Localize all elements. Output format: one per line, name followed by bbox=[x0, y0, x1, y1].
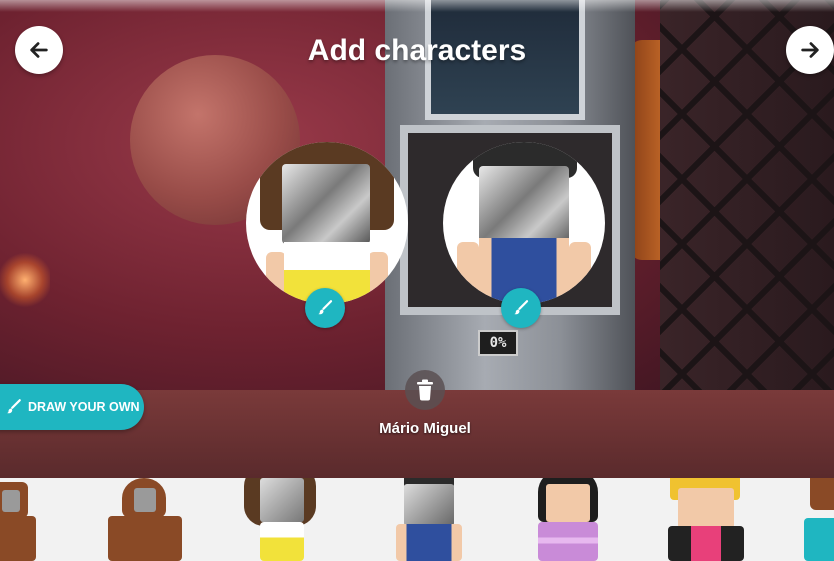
character-photo-face bbox=[260, 478, 304, 522]
character-tray[interactable] bbox=[0, 478, 834, 561]
tray-character-girl-purple[interactable] bbox=[522, 478, 618, 561]
brush-icon bbox=[7, 399, 21, 414]
edit-character-2-button[interactable] bbox=[501, 288, 541, 328]
character-name: Mário Miguel bbox=[379, 420, 471, 437]
character-arm bbox=[368, 252, 388, 302]
selected-character-2[interactable] bbox=[443, 142, 605, 304]
character-arm bbox=[569, 242, 591, 298]
draw-your-own-button[interactable]: DRAW YOUR OWN bbox=[0, 384, 144, 430]
tray-character-monkey-1[interactable] bbox=[0, 478, 56, 561]
character-arm bbox=[266, 252, 286, 302]
character-face bbox=[546, 484, 590, 522]
character-photo-face bbox=[404, 484, 454, 526]
character-body bbox=[260, 522, 304, 561]
tray-character-girl-yellow[interactable] bbox=[238, 478, 334, 561]
next-button[interactable] bbox=[786, 26, 834, 74]
selected-character-1[interactable] bbox=[246, 142, 408, 304]
delete-character-button[interactable] bbox=[405, 370, 445, 410]
fuel-counter: 0% bbox=[478, 330, 518, 356]
page-title: Add characters bbox=[307, 34, 527, 67]
trash-icon bbox=[417, 379, 433, 401]
character-body bbox=[396, 524, 462, 561]
character-face bbox=[678, 488, 734, 528]
character-arm bbox=[457, 242, 479, 298]
character-head bbox=[810, 478, 834, 510]
character-body bbox=[108, 516, 182, 561]
character-photo-face bbox=[479, 166, 569, 246]
top-highlight bbox=[0, 0, 834, 12]
brush-icon bbox=[514, 300, 529, 315]
draw-your-own-label: DRAW YOUR OWN bbox=[28, 400, 140, 414]
arrow-right-icon bbox=[801, 42, 819, 58]
tray-character-boy-blonde[interactable] bbox=[664, 478, 760, 561]
character-body bbox=[538, 522, 598, 561]
character-body bbox=[668, 526, 744, 561]
tray-character-partial[interactable] bbox=[800, 478, 834, 561]
tray-character-boy-blue[interactable] bbox=[380, 478, 476, 561]
character-body bbox=[804, 518, 834, 561]
character-photo-face bbox=[282, 164, 370, 244]
character-body bbox=[0, 516, 36, 561]
warning-light bbox=[0, 250, 50, 310]
character-photo-face bbox=[134, 488, 156, 512]
brush-icon bbox=[318, 300, 333, 315]
tray-character-monkey-2[interactable] bbox=[98, 478, 194, 561]
edit-character-1-button[interactable] bbox=[305, 288, 345, 328]
character-photo-face bbox=[2, 490, 20, 512]
